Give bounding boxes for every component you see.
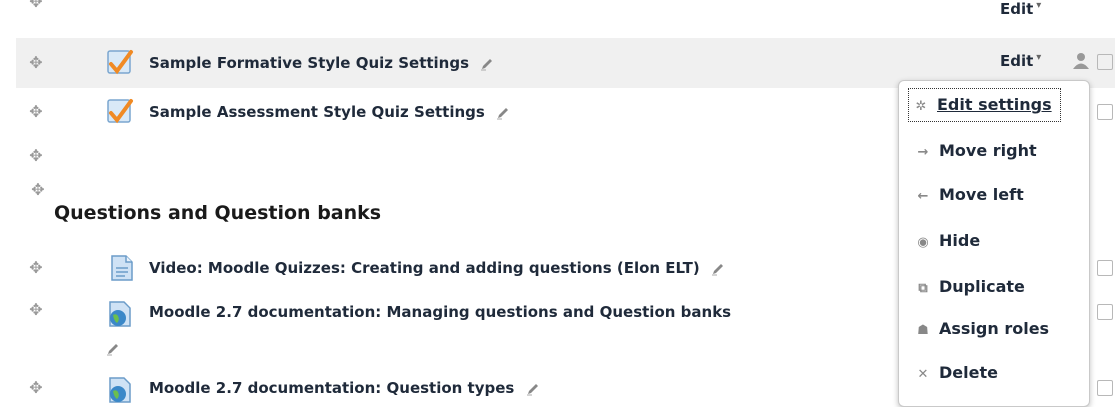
url-globe-icon <box>109 377 131 403</box>
section-title: Questions and Question banks <box>54 202 382 224</box>
move-handle-icon[interactable]: ✥ <box>28 104 44 120</box>
move-handle-icon[interactable]: ✥ <box>28 260 44 276</box>
move-handle-icon[interactable]: ✥ <box>28 148 44 164</box>
url-globe-icon <box>109 301 131 327</box>
completion-checkbox-icon[interactable] <box>1097 54 1113 70</box>
move-handle-icon[interactable]: ✥ <box>28 302 44 318</box>
menu-item-delete[interactable]: ✕ Delete <box>915 359 998 387</box>
activity-title-link[interactable]: Sample Assessment Style Quiz Settings <box>149 102 510 122</box>
arrow-right-icon: → <box>917 145 929 160</box>
quiz-check-icon <box>107 50 133 75</box>
move-handle-icon[interactable]: ✥ <box>28 380 44 396</box>
top-partial-row: ✥ Edit ▾ <box>0 0 1115 22</box>
pencil-icon[interactable] <box>106 342 120 356</box>
resource-title-link[interactable]: Moodle 2.7 documentation: Managing quest… <box>149 302 731 322</box>
user-icon[interactable] <box>1072 52 1090 70</box>
menu-item-edit-settings[interactable]: ✲ Edit settings <box>908 88 1061 122</box>
pencil-icon[interactable] <box>496 106 510 120</box>
move-handle-icon[interactable]: ✥ <box>28 0 44 10</box>
resource-title-link[interactable]: Video: Moodle Quizzes: Creating and addi… <box>149 258 725 278</box>
caret-down-icon: ▾ <box>1036 52 1042 63</box>
completion-checkbox-icon[interactable] <box>1097 104 1113 120</box>
pencil-icon[interactable] <box>480 57 494 71</box>
gear-icon: ✲ <box>915 99 927 114</box>
resource-title-link[interactable]: Moodle 2.7 documentation: Question types <box>149 378 540 398</box>
arrow-left-icon: ← <box>917 189 929 204</box>
page-icon <box>111 255 133 281</box>
completion-checkbox-icon[interactable] <box>1097 304 1113 320</box>
quiz-check-icon <box>107 99 133 124</box>
edit-menu-toggle[interactable]: Edit ▾ <box>1000 0 1041 18</box>
move-handle-icon[interactable]: ✥ <box>28 55 44 71</box>
menu-item-assign-roles[interactable]: ☗ Assign roles <box>915 315 1049 343</box>
menu-item-move-left[interactable]: ← Move left <box>915 181 1024 209</box>
pencil-icon[interactable] <box>711 262 725 276</box>
caret-down-icon: ▾ <box>1036 0 1042 11</box>
activity-title-link[interactable]: Sample Formative Style Quiz Settings <box>149 53 494 73</box>
close-icon: ✕ <box>917 367 929 382</box>
menu-item-move-right[interactable]: → Move right <box>915 137 1037 165</box>
pencil-icon[interactable] <box>526 382 540 396</box>
menu-item-hide[interactable]: ◉ Hide <box>915 227 980 255</box>
completion-checkbox-icon[interactable] <box>1097 380 1113 396</box>
duplicate-icon: ⧉ <box>918 281 928 296</box>
edit-menu-toggle[interactable]: Edit ▾ <box>1000 52 1041 70</box>
menu-item-duplicate[interactable]: ⧉ Duplicate <box>915 273 1025 301</box>
user-plus-icon: ☗ <box>917 323 929 338</box>
edit-dropdown-menu: ✲ Edit settings → Move right ← Move left ◉ H… <box>898 80 1090 407</box>
move-handle-icon[interactable]: ✥ <box>30 182 46 198</box>
completion-checkbox-icon[interactable] <box>1097 260 1113 276</box>
eye-icon: ◉ <box>917 235 929 250</box>
